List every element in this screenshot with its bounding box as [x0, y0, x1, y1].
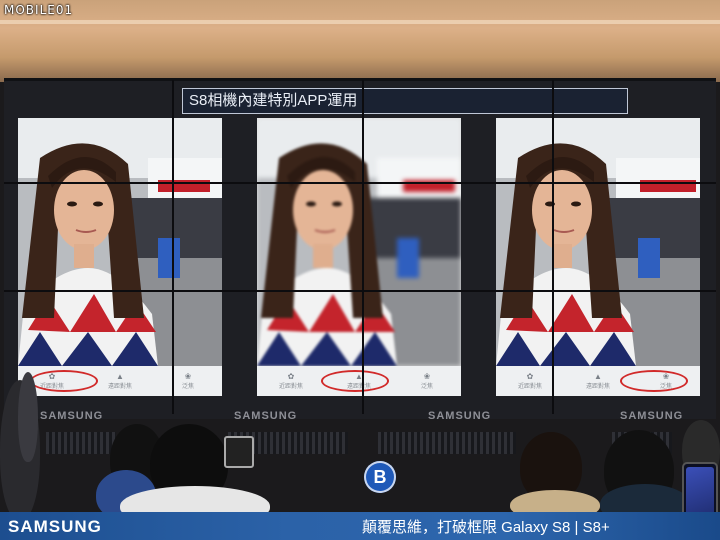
selected-mode-highlight: [30, 370, 98, 392]
pan-focus-icon: ❀: [423, 372, 431, 381]
mode-pan-focus[interactable]: ❀ 泛焦: [158, 372, 218, 390]
mobile01-logo: MOBILE01: [4, 3, 74, 17]
screen-header: S8相機內建特別APP運用: [182, 88, 628, 114]
camera-panel-pan-focus: ✿ 近距對焦 ▲ 遠距對焦 ❀ 泛焦: [496, 118, 700, 396]
wall-bezel: [4, 182, 716, 184]
samsung-wall-label: SAMSUNG: [234, 410, 298, 422]
selfie-photo: [496, 118, 700, 366]
ceiling: [0, 0, 720, 82]
selfie-photo: [257, 118, 461, 366]
wall-bezel: [362, 80, 364, 414]
mode-far-focus[interactable]: ▲ 遠距對焦: [90, 372, 150, 390]
ceiling-light-strip: [0, 20, 720, 24]
samsung-wall-label: SAMSUNG: [428, 410, 492, 422]
bottom-banner: [0, 512, 720, 540]
selfie-photo: [18, 118, 222, 366]
mountain-icon: ▲: [594, 372, 602, 381]
mode-pan-focus[interactable]: ❀ 泛焦: [397, 372, 457, 390]
pan-focus-icon: ❀: [184, 372, 192, 381]
selected-mode-highlight: [620, 370, 688, 392]
flower-icon: ✿: [526, 372, 534, 381]
galaxy-slogan: 顛覆思維，打破框限 Galaxy S8 | S8+: [362, 519, 610, 536]
camera-panel-far-focus: ✿ 近距對焦 ▲ 遠距對焦 ❀ 泛焦: [257, 118, 461, 396]
mode-far-focus[interactable]: ▲ 遠距對焦: [568, 372, 628, 390]
samsung-wall-label: SAMSUNG: [40, 410, 104, 422]
wall-bezel: [552, 80, 554, 414]
camera-panel-near-focus: ✿ 近距對焦 ▲ 遠距對焦 ❀ 泛焦: [18, 118, 222, 396]
mode-near-focus[interactable]: ✿ 近距對焦: [500, 372, 560, 390]
wall-bezel: [4, 290, 716, 292]
vent-grille: [378, 432, 516, 454]
samsung-logo: SAMSUNG: [8, 517, 102, 536]
flower-icon: ✿: [287, 372, 295, 381]
audience-phone: [224, 436, 254, 468]
wall-bezel: [172, 80, 174, 414]
mountain-icon: ▲: [116, 372, 124, 381]
zone-badge: B: [364, 461, 396, 493]
samsung-wall-label: SAMSUNG: [620, 410, 684, 422]
vent-grille: [46, 432, 116, 454]
mode-near-focus[interactable]: ✿ 近距對焦: [261, 372, 321, 390]
selected-mode-highlight: [321, 370, 389, 392]
